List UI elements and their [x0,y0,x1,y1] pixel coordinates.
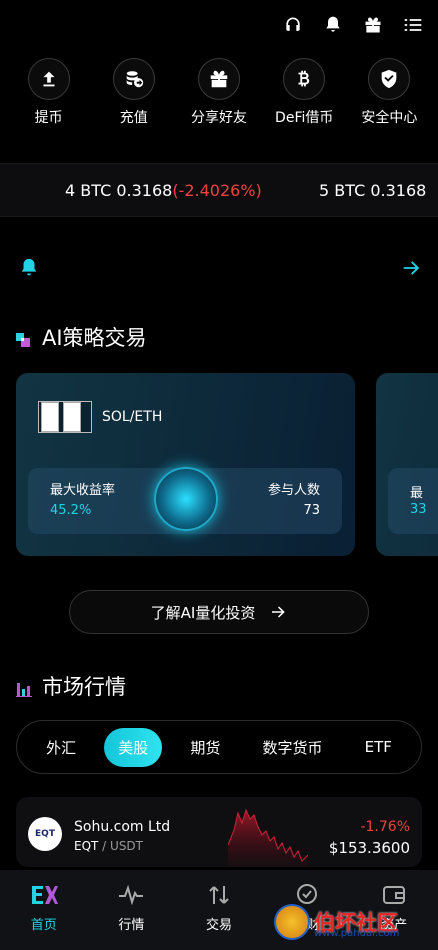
nav-home[interactable]: 首页 [9,882,79,933]
action-deposit[interactable]: 充值 [91,58,176,127]
stock-symbol: EQT [74,839,99,853]
tab-etf[interactable]: ETF [351,729,406,765]
watermark: 伯坏社区 www.pahuai.com [274,904,400,940]
action-label: 提币 [34,110,63,126]
arrow-right-icon [272,606,286,618]
max-yield: 最大收益率 45.2% [50,481,115,521]
swap-icon [209,885,229,904]
ticker-price: 5 BTC 0.3168 [319,180,427,200]
home-screen: 提币 充值 分享好友 DeFi借币 安全中心 4 BTC 0.3168(-2.4… [0,0,438,950]
bell-icon [21,258,37,276]
watermark-url: www.pahuai.com [314,928,400,939]
nav-label: 首页 [30,917,57,933]
action-withdraw[interactable]: 提币 [6,58,91,127]
stock-logo: EQT [28,817,62,851]
action-label: DeFi借币 [275,110,334,126]
learn-ai-button[interactable]: 了解AI量化投资 [69,590,369,634]
action-share[interactable]: 分享好友 [176,58,261,127]
action-label: 充值 [119,110,148,126]
participants: 参与人数 73 [268,481,320,521]
ticker-price: 4 BTC 0.3168 [65,180,173,200]
price-ticker[interactable]: 4 BTC 0.3168(-2.4026%) 5 BTC 0.3168 [0,163,438,217]
tab-forex[interactable]: 外汇 [32,728,90,767]
gift-icon [198,58,240,100]
watermark-logo-icon [274,904,310,940]
home-logo-icon [31,885,58,904]
bar-chart-icon [16,678,32,697]
quick-actions: 提币 充值 分享好友 DeFi借币 安全中心 [0,58,438,127]
section-title-text: 市场行情 [42,675,126,699]
section-title-market: 市场行情 [16,671,126,701]
headset-icon[interactable] [282,14,304,36]
coin-images [38,401,92,433]
ai-strategy-card-partial[interactable]: 最 33 [376,373,438,556]
participants-value: 73 [303,503,320,518]
market-row[interactable]: EQT Sohu.com Ltd EQT / USDT -1.76% $153.… [16,797,422,867]
stock-change: -1.76% [360,819,410,835]
stock-quote: USDT [110,839,144,853]
menu-icon[interactable] [402,14,424,36]
tab-us-stocks[interactable]: 美股 [104,727,163,767]
market-tabs: 外汇 美股 期货 数字货币 ETF [16,720,422,774]
bitcoin-icon [283,58,326,100]
action-label: 分享好友 [191,110,247,126]
tab-futures[interactable]: 期货 [176,728,234,767]
nav-market[interactable]: 行情 [96,882,166,933]
section-title-text: AI策略交易 [42,326,147,350]
nav-label: 行情 [118,917,145,933]
nav-label: 交易 [205,917,232,933]
tab-crypto[interactable]: 数字货币 [248,728,336,767]
arrow-right-icon[interactable] [400,257,422,279]
sparkline-chart [228,808,308,867]
ticker-item: 5 BTC 0.3168 [319,181,426,200]
section-title-ai: AI策略交易 [16,322,147,352]
action-security[interactable]: 安全中心 [347,58,432,127]
nav-trade[interactable]: 交易 [184,882,254,933]
action-label: 安全中心 [361,110,418,126]
gift-icon[interactable] [362,14,384,36]
max-yield-value: 45.2% [50,503,92,518]
pulse-icon [119,884,144,905]
ticker-change: (-2.4026%) [172,180,262,200]
notice-bar[interactable] [18,254,422,282]
top-bar [282,14,424,36]
ai-section-icon [16,329,32,347]
action-defi[interactable]: DeFi借币 [262,58,347,127]
max-yield-label: 最大收益率 [50,483,116,498]
participants-label: 参与人数 [267,483,320,498]
strategy-pair: SOL/ETH [38,401,162,433]
learn-ai-label: 了解AI量化投资 [150,603,256,622]
pair-label: SOL/ETH [102,409,163,425]
max-yield-label: 最 [410,486,424,501]
bell-icon[interactable] [322,14,344,36]
deposit-icon [112,58,155,100]
ai-orb-icon [154,467,218,531]
max-yield-value: 33 [410,502,427,517]
strategy-stats: 最 33 [388,468,438,534]
stock-pair: EQT / USDT [74,839,144,853]
stock-price: $153.3600 [328,839,410,857]
stock-name: Sohu.com Ltd [74,819,171,835]
ai-strategy-card[interactable]: SOL/ETH 最大收益率 45.2% 参与人数 73 [16,373,355,556]
withdraw-icon [27,58,70,100]
ticker-item: 4 BTC 0.3168(-2.4026%) [65,181,262,200]
shield-check-icon [368,58,411,100]
